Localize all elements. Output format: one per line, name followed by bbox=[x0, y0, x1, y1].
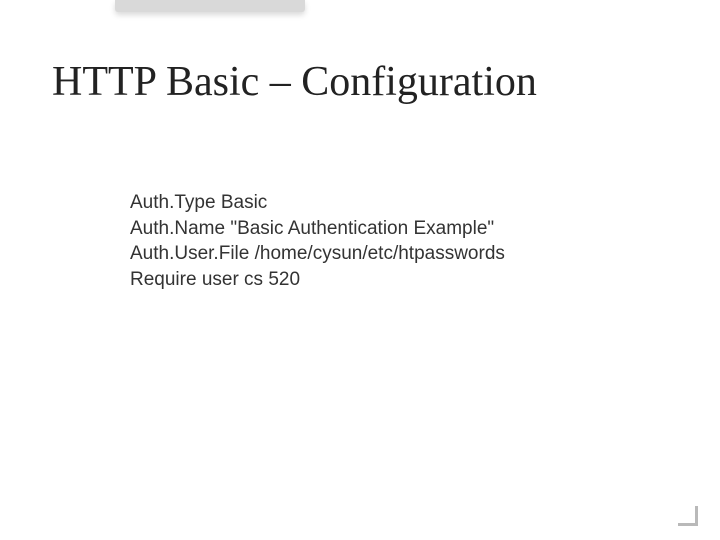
corner-accent-icon bbox=[678, 506, 698, 526]
top-accent-bar bbox=[115, 0, 305, 12]
config-line: Require user cs 520 bbox=[130, 267, 505, 293]
config-line: Auth.Name "Basic Authentication Example" bbox=[130, 216, 505, 242]
config-line: Auth.User.File /home/cysun/etc/htpasswor… bbox=[130, 241, 505, 267]
config-block: Auth.Type Basic Auth.Name "Basic Authent… bbox=[130, 190, 505, 293]
slide: HTTP Basic – Configuration Auth.Type Bas… bbox=[0, 0, 720, 540]
config-line: Auth.Type Basic bbox=[130, 190, 505, 216]
slide-title: HTTP Basic – Configuration bbox=[52, 58, 537, 106]
